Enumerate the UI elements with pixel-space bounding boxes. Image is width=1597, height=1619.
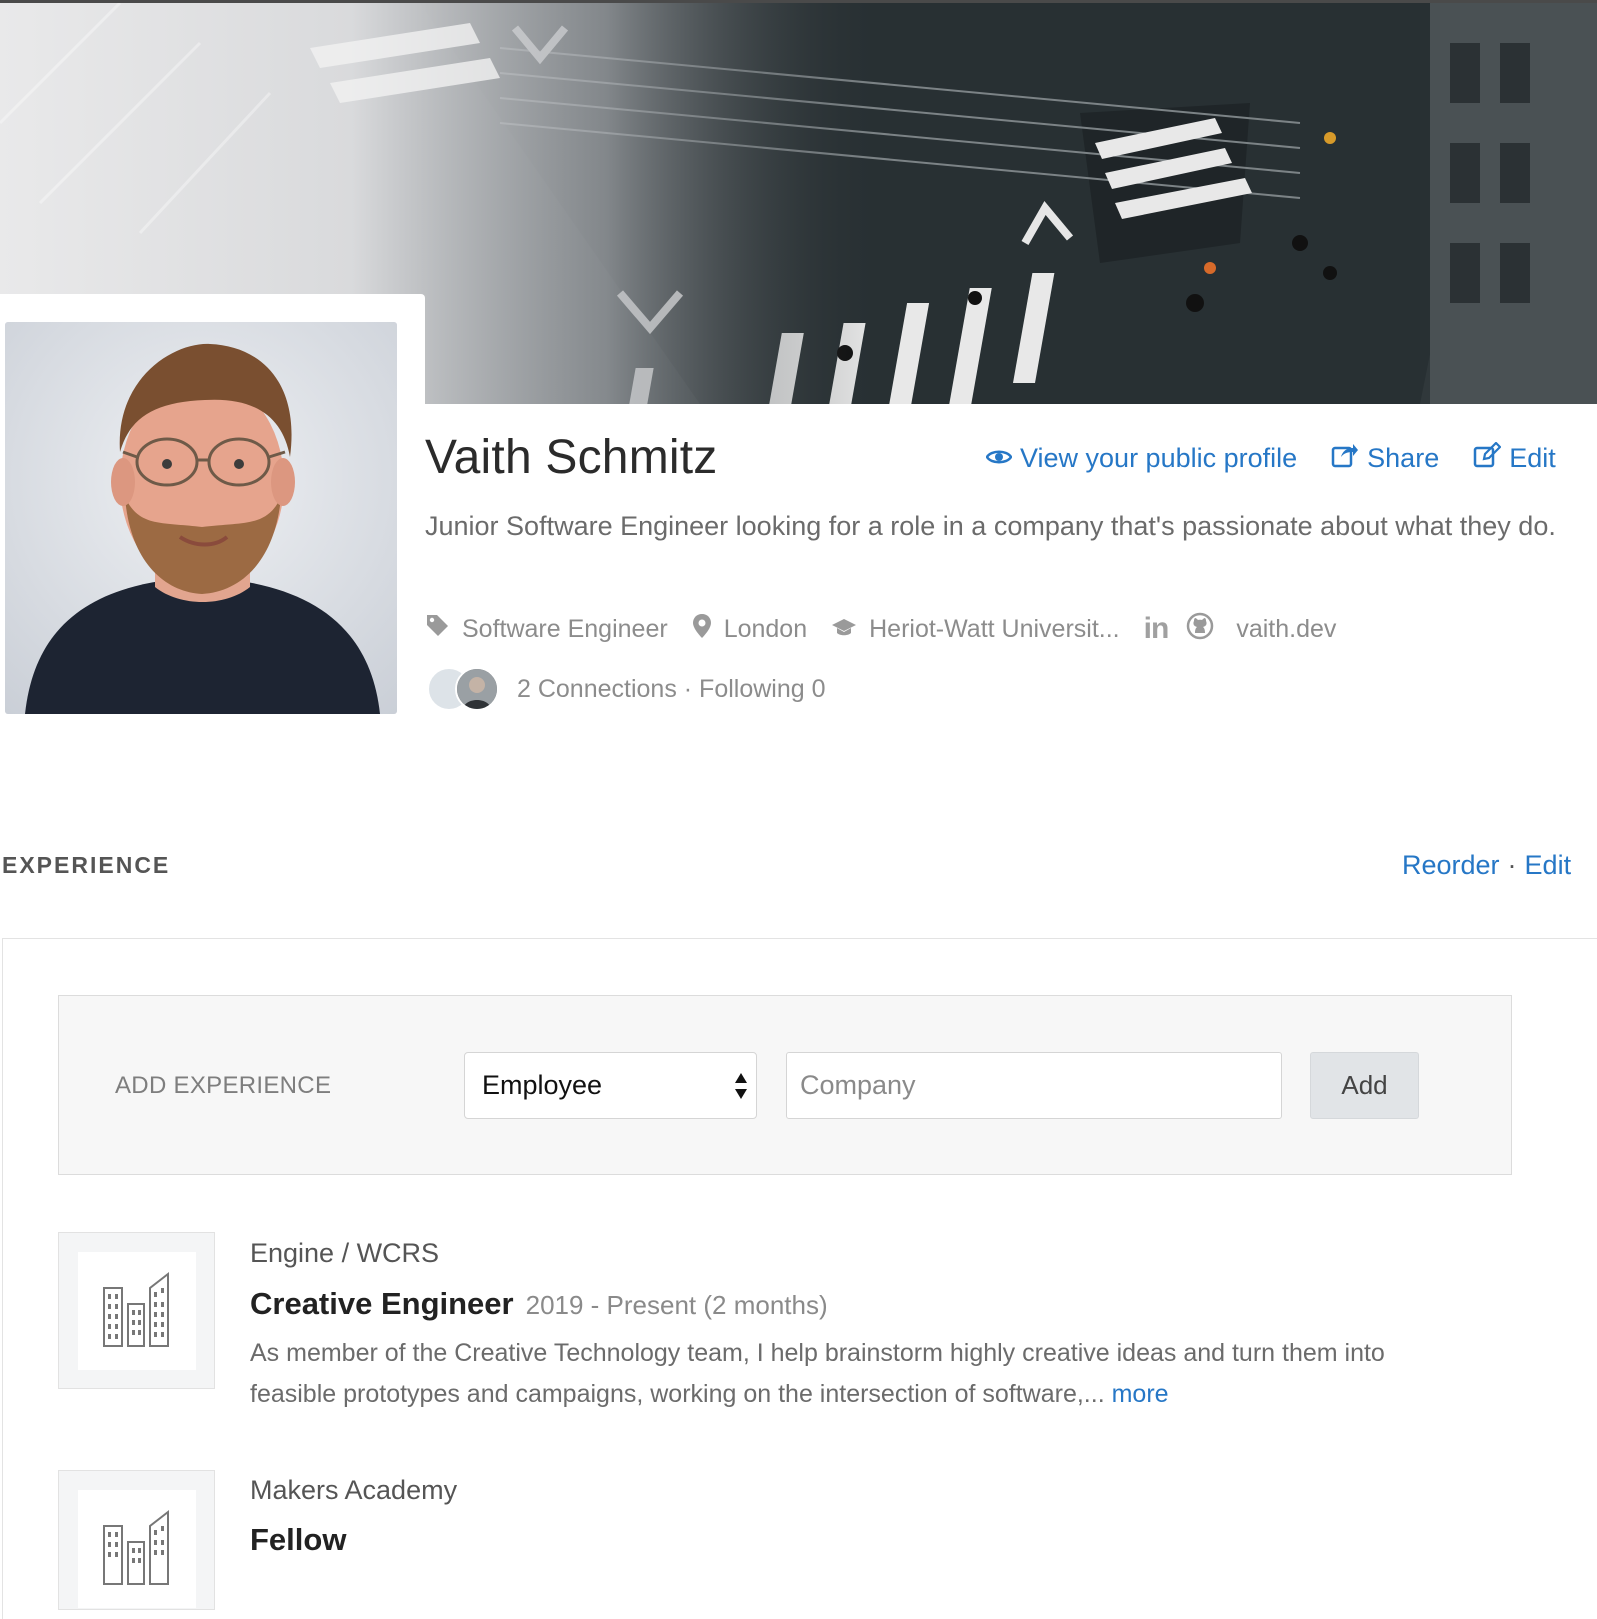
experience-role-title: Creative Engineer xyxy=(250,1286,514,1321)
experience-type-value: Employee xyxy=(482,1070,603,1100)
buildings-icon xyxy=(78,1490,196,1608)
profile-name: Vaith Schmitz xyxy=(425,431,718,484)
graduation-cap-icon xyxy=(831,615,869,644)
select-arrows-icon xyxy=(734,1071,748,1108)
company-logo xyxy=(58,1470,215,1610)
view-public-profile-link[interactable]: View your public profile xyxy=(985,442,1298,474)
github-icon[interactable] xyxy=(1186,612,1214,647)
experience-edit-link[interactable]: Edit xyxy=(1525,850,1572,880)
edit-icon xyxy=(1473,440,1509,475)
edit-label: Edit xyxy=(1509,442,1556,473)
location-item: London xyxy=(692,613,807,646)
role-text: Software Engineer xyxy=(462,614,668,643)
experience-type-select[interactable]: Employee xyxy=(464,1052,757,1119)
experience-description: As member of the Creative Technology tea… xyxy=(250,1333,1450,1415)
website-link[interactable]: vaith.dev xyxy=(1236,615,1336,644)
share-link[interactable]: Share xyxy=(1331,442,1439,475)
eye-icon xyxy=(985,443,1020,474)
profile-avatar[interactable] xyxy=(5,322,397,714)
tag-icon xyxy=(425,613,462,645)
experience-company[interactable]: Engine / WCRS xyxy=(250,1238,439,1269)
tagline-text: Junior Software Engineer looking for a r… xyxy=(425,511,1556,541)
experience-role: Creative Engineer 2019 - Present (2 month… xyxy=(250,1286,828,1322)
view-public-profile-label: View your public profile xyxy=(1020,442,1298,473)
map-pin-icon xyxy=(692,613,724,646)
share-icon xyxy=(1331,442,1367,475)
profile-actions: View your public profile Share Edit xyxy=(985,440,1556,476)
more-link[interactable]: more xyxy=(1112,1380,1169,1408)
connections-text: 2 Connections · Following 0 xyxy=(517,674,826,703)
reorder-link[interactable]: Reorder xyxy=(1402,850,1500,880)
experience-actions: Reorder · Edit xyxy=(1402,850,1571,881)
add-experience-label: ADD EXPERIENCE xyxy=(115,1072,332,1099)
location-text: London xyxy=(723,614,808,643)
role-item: Software Engineer xyxy=(425,613,668,645)
education-item: Heriot-Watt Universit... xyxy=(831,615,1120,644)
company-input[interactable] xyxy=(786,1052,1282,1119)
experience-description-text: As member of the Creative Technology tea… xyxy=(250,1339,1385,1408)
add-experience-button[interactable]: Add xyxy=(1310,1052,1419,1119)
experience-title: EXPERIENCE xyxy=(2,852,171,878)
experience-dates: 2019 - Present (2 months) xyxy=(525,1290,828,1320)
connection-avatars xyxy=(427,666,503,712)
profile-tagline: Junior Software Engineer looking for a r… xyxy=(425,505,1597,595)
experience-role: Fellow xyxy=(250,1522,346,1558)
education-text: Heriot-Watt Universit... xyxy=(869,614,1120,643)
profile-meta: Software Engineer London Heriot-Watt Uni… xyxy=(425,610,1336,648)
edit-profile-link[interactable]: Edit xyxy=(1473,440,1556,475)
company-logo xyxy=(58,1232,215,1389)
separator: · xyxy=(1507,850,1517,880)
connections-row[interactable]: 2 Connections · Following 0 xyxy=(427,666,826,712)
experience-company[interactable]: Makers Academy xyxy=(250,1475,457,1506)
experience-role-title: Fellow xyxy=(250,1522,347,1557)
buildings-icon xyxy=(78,1252,196,1370)
linkedin-icon[interactable]: in xyxy=(1144,612,1170,646)
share-label: Share xyxy=(1367,442,1440,473)
connection-avatar xyxy=(455,667,499,711)
